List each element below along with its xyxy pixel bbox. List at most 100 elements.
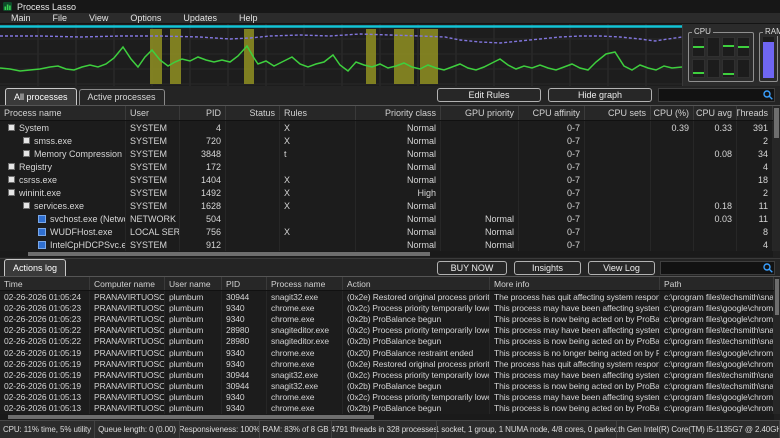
log-row[interactable]: 02-26-2026 01:05:22PRANAVIRTUOSOplumbum2… xyxy=(0,336,774,347)
checkbox-icon[interactable] xyxy=(23,202,30,209)
process-row[interactable]: WUDFHost.exeLOCAL SERV...756XNormalNorma… xyxy=(0,225,773,238)
log-column-header-action[interactable]: Action xyxy=(343,277,490,290)
log-cell-user: plumbum xyxy=(165,392,222,403)
cell-sets xyxy=(585,186,651,199)
process-row[interactable]: services.exeSYSTEM1628XNormal0-70.1811 xyxy=(0,199,773,212)
column-header-threads[interactable]: Threads xyxy=(737,106,773,120)
process-row[interactable]: SystemSYSTEM4XNormal0-70.390.33391 xyxy=(0,121,773,134)
checkbox-icon[interactable] xyxy=(8,176,15,183)
checkbox-icon[interactable] xyxy=(23,137,30,144)
process-row[interactable]: svchost.exe (NetworkSer...NETWORK S...50… xyxy=(0,212,773,225)
log-column-header-time[interactable]: Time xyxy=(0,277,90,290)
tab-active-processes[interactable]: Active processes xyxy=(79,89,165,105)
menu-item-main[interactable]: Main xyxy=(0,13,42,23)
process-horizontal-scrollbar[interactable] xyxy=(0,251,773,257)
app-icon[interactable] xyxy=(38,228,46,236)
log-row[interactable]: 02-26-2026 01:05:23PRANAVIRTUOSOplumbum9… xyxy=(0,302,774,313)
log-cell-computer: PRANAVIRTUOSO xyxy=(90,336,165,347)
tab-actions-log[interactable]: Actions log xyxy=(4,259,66,276)
search-icon[interactable] xyxy=(762,89,774,101)
log-hscroll-thumb[interactable] xyxy=(8,415,374,419)
cell-gpu xyxy=(441,147,519,160)
log-row[interactable]: 02-26-2026 01:05:19PRANAVIRTUOSOplumbum3… xyxy=(0,369,774,380)
checkbox-icon[interactable] xyxy=(8,163,15,170)
checkbox-icon[interactable] xyxy=(23,150,30,157)
column-header-user[interactable]: User xyxy=(126,106,180,120)
column-header-name[interactable]: Process name xyxy=(0,106,126,120)
log-row[interactable]: 02-26-2026 01:05:19PRANAVIRTUOSOplumbum9… xyxy=(0,358,774,369)
column-header-cpu[interactable]: CPU (%) xyxy=(651,106,694,120)
cell-priority: Normal xyxy=(356,173,441,186)
log-vscroll-thumb[interactable] xyxy=(775,279,779,315)
column-header-affinity[interactable]: CPU affinity xyxy=(519,106,585,120)
cell-pid: 504 xyxy=(180,212,226,225)
column-header-avg[interactable]: CPU avg xyxy=(694,106,737,120)
log-row[interactable]: 02-26-2026 01:05:13PRANAVIRTUOSOplumbum9… xyxy=(0,403,774,414)
column-header-pid[interactable]: PID xyxy=(180,106,226,120)
cell-priority: Normal xyxy=(356,225,441,238)
buy-now-button[interactable]: BUY NOW xyxy=(437,261,507,275)
process-hscroll-thumb[interactable] xyxy=(28,252,430,256)
log-row[interactable]: 02-26-2026 01:05:23PRANAVIRTUOSOplumbum9… xyxy=(0,313,774,324)
checkbox-icon[interactable] xyxy=(8,124,15,131)
cell-cpu xyxy=(651,238,694,251)
cell-rules xyxy=(280,238,356,251)
process-row[interactable]: IntelCpHDCPSvc.exe [cpl...SYSTEM912Norma… xyxy=(0,238,773,251)
log-cell-computer: PRANAVIRTUOSO xyxy=(90,381,165,392)
column-header-gpu[interactable]: GPU priority xyxy=(441,106,519,120)
cell-cpu xyxy=(651,134,694,147)
log-column-header-process[interactable]: Process name xyxy=(267,277,343,290)
menu-item-options[interactable]: Options xyxy=(119,13,172,23)
log-row[interactable]: 02-26-2026 01:05:19PRANAVIRTUOSOplumbum3… xyxy=(0,381,774,392)
log-row[interactable]: 02-26-2026 01:05:13PRANAVIRTUOSOplumbum9… xyxy=(0,392,774,403)
cell-threads: 18 xyxy=(737,173,773,186)
menu-item-file[interactable]: File xyxy=(42,13,79,23)
log-search-input[interactable] xyxy=(661,263,762,273)
column-header-rules[interactable]: Rules xyxy=(280,106,356,120)
process-row[interactable]: csrss.exeSYSTEM1404XNormal0-718 xyxy=(0,173,773,186)
log-row[interactable]: 02-26-2026 01:05:24PRANAVIRTUOSOplumbum3… xyxy=(0,291,774,302)
cell-priority: Normal xyxy=(356,160,441,173)
column-header-status[interactable]: Status xyxy=(226,106,280,120)
cpu-core-cell xyxy=(737,59,750,79)
view-log-button[interactable]: View Log xyxy=(588,261,655,275)
checkbox-icon[interactable] xyxy=(8,189,15,196)
tab-all-processes[interactable]: All processes xyxy=(5,88,77,105)
log-column-header-path[interactable]: Path xyxy=(660,277,774,290)
process-search-box xyxy=(658,88,775,102)
log-cell-action: (0x2b) ProBalance begun xyxy=(343,313,490,324)
process-vertical-scrollbar[interactable] xyxy=(773,106,780,251)
log-column-header-user[interactable]: User name xyxy=(165,277,222,290)
log-column-header-computer[interactable]: Computer name xyxy=(90,277,165,290)
cell-priority: Normal xyxy=(356,121,441,134)
insights-button[interactable]: Insights xyxy=(514,261,581,275)
menu-item-help[interactable]: Help xyxy=(228,13,269,23)
cell-avg xyxy=(694,173,737,186)
cell-user: SYSTEM xyxy=(126,173,180,186)
log-row[interactable]: 02-26-2026 01:05:19PRANAVIRTUOSOplumbum9… xyxy=(0,347,774,358)
log-cell-info: This process may have been affecting sys… xyxy=(490,325,660,336)
process-row[interactable]: RegistrySYSTEM172Normal0-74 xyxy=(0,160,773,173)
column-header-sets[interactable]: CPU sets xyxy=(585,106,651,120)
process-search-input[interactable] xyxy=(659,90,762,100)
log-cell-computer: PRANAVIRTUOSO xyxy=(90,347,165,358)
log-vertical-scrollbar[interactable] xyxy=(774,277,780,414)
process-row[interactable]: smss.exeSYSTEM720XNormal0-72 xyxy=(0,134,773,147)
cell-rules: X xyxy=(280,134,356,147)
process-row[interactable]: wininit.exeSYSTEM1492XHigh0-72 xyxy=(0,186,773,199)
search-icon[interactable] xyxy=(762,262,774,274)
log-column-header-pid[interactable]: PID xyxy=(222,277,267,290)
log-cell-path: c:\program files\google\chrome\ xyxy=(660,358,774,369)
app-icon[interactable] xyxy=(38,215,46,223)
log-cell-info: This process is now being acted on by Pr… xyxy=(490,403,660,414)
log-row[interactable]: 02-26-2026 01:05:22PRANAVIRTUOSOplumbum2… xyxy=(0,325,774,336)
hide-graph-button[interactable]: Hide graph xyxy=(548,88,652,102)
menu-item-updates[interactable]: Updates xyxy=(172,13,228,23)
app-icon[interactable] xyxy=(38,241,46,249)
edit-rules-button[interactable]: Edit Rules xyxy=(437,88,541,102)
menu-item-view[interactable]: View xyxy=(78,13,119,23)
log-column-header-info[interactable]: More info xyxy=(490,277,660,290)
column-header-priority[interactable]: Priority class xyxy=(356,106,441,120)
process-row[interactable]: Memory CompressionSYSTEM3848tNormal0-70.… xyxy=(0,147,773,160)
process-vscroll-thumb[interactable] xyxy=(774,108,779,138)
